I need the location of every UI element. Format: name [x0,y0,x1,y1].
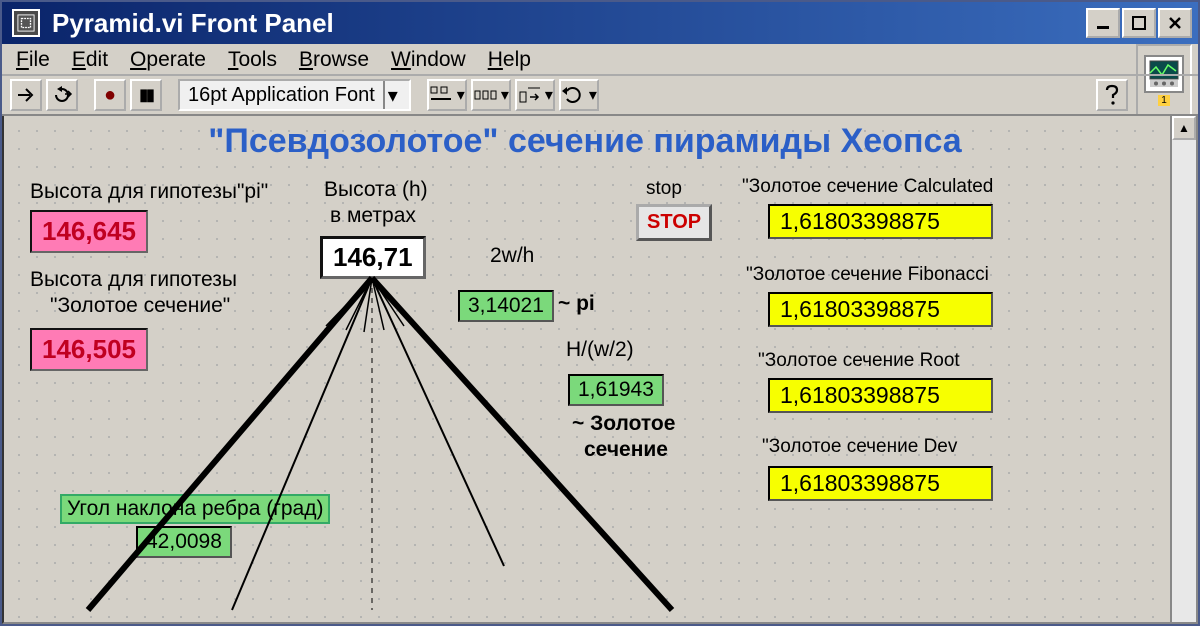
label-stop: stop [646,178,682,200]
label-gold-calc: "Золотое сечение Calculated [742,176,993,198]
chevron-down-icon: ▾ [383,81,401,109]
pyramid-diagram [64,266,714,624]
menu-help[interactable]: Help [488,48,531,72]
menu-window[interactable]: Window [391,48,466,72]
menu-edit[interactable]: Edit [72,48,108,72]
page-title: "Псевдозолотое" сечение пирамиды Хеопса [4,122,1166,161]
window-title: Pyramid.vi Front Panel [52,8,1086,39]
label-gold-fib: "Золотое сечение Fibonacci [746,264,989,286]
resize-button[interactable]: ▾ [515,79,555,111]
value-height-pi: 146,645 [30,210,148,253]
font-label: 16pt Application Font [188,84,375,107]
app-window: Pyramid.vi Front Panel File Edit Operate… [0,0,1200,626]
font-selector[interactable]: 16pt Application Font ▾ [178,79,411,111]
maximize-button[interactable] [1122,8,1156,38]
app-icon [12,9,40,37]
value-gold-root: 1,61803398875 [768,378,993,413]
label-height-h-2: в метрах [330,204,416,228]
panel-content: "Псевдозолотое" сечение пирамиды Хеопса … [4,116,1196,622]
value-gold-calc: 1,61803398875 [768,204,993,239]
menu-browse[interactable]: Browse [299,48,369,72]
titlebar[interactable]: Pyramid.vi Front Panel [2,2,1198,44]
menu-file[interactable]: File [16,48,50,72]
label-2w-h: 2w/h [490,244,534,268]
abort-button[interactable]: ● [94,79,126,111]
minimize-button[interactable] [1086,8,1120,38]
menubar: File Edit Operate Tools Browse Window He… [2,44,1198,74]
pause-button[interactable]: ▮▮ [130,79,162,111]
label-height-h-1: Высота (h) [324,178,428,202]
toolbar: ● ▮▮ 16pt Application Font ▾ ▾ ▾ ▾ ▾ [2,74,1198,116]
run-continuous-button[interactable] [46,79,78,111]
label-gold-root: "Золотое сечение Root [758,350,960,372]
menu-tools[interactable]: Tools [228,48,277,72]
window-buttons [1086,8,1194,38]
context-help-button[interactable] [1096,79,1128,111]
menu-operate[interactable]: Operate [130,48,206,72]
close-button[interactable] [1158,8,1192,38]
front-panel: ▲ "Псевдозолотое" сечение пирамиды Хеопс… [2,116,1198,624]
stop-button[interactable]: STOP [636,204,712,241]
align-button[interactable]: ▾ [427,79,467,111]
run-button[interactable] [10,79,42,111]
label-gold-dev: "Золотое сечение Dev [762,436,957,458]
label-height-pi: Высота для гипотезы"pi" [30,180,268,204]
reorder-button[interactable]: ▾ [559,79,599,111]
value-gold-fib: 1,61803398875 [768,292,993,327]
value-gold-dev: 1,61803398875 [768,466,993,501]
distribute-button[interactable]: ▾ [471,79,511,111]
